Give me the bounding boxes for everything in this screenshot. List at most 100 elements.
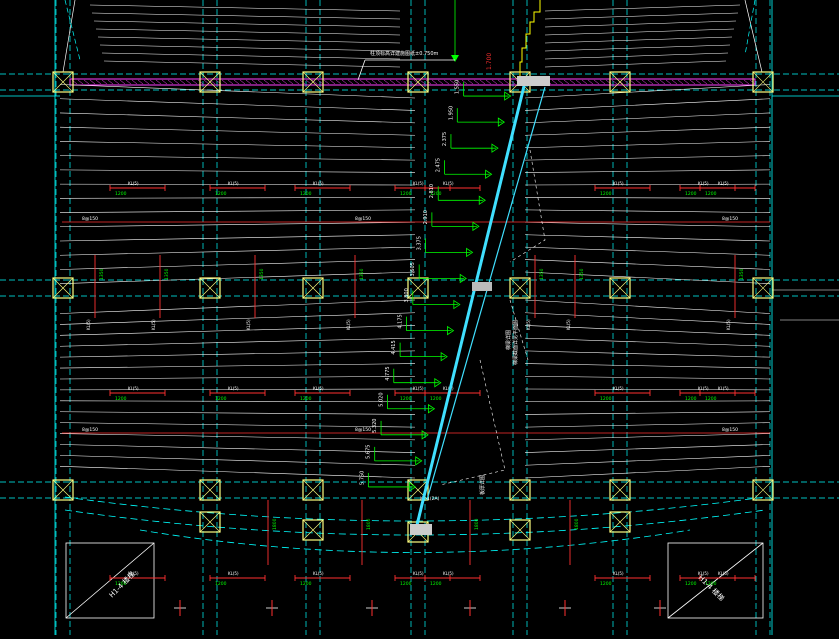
slab-rebar-label: 8@150: [355, 216, 371, 222]
slab-line-lower: [59, 325, 416, 336]
rebar-length: 1200: [215, 581, 227, 587]
top-beam-hatch: [251, 79, 258, 85]
rebar-length: 1200: [600, 396, 612, 402]
slab-line-upper: [59, 84, 416, 99]
slab-line-upper: [59, 209, 416, 213]
top-beam-hatch: [89, 79, 96, 85]
cad-drawing-canvas[interactable]: 8@150 8@150 8@150 8@150 8@150 8@150 1200 KL(5) 1…: [0, 0, 839, 635]
rebar-length: 1200: [705, 191, 717, 197]
slab-line-upper: [524, 246, 771, 256]
top-beam-hatch: [677, 79, 684, 85]
slab-line-upper: [524, 126, 771, 136]
stair-mid-plate: [472, 282, 492, 291]
top-beam-hatch: [257, 79, 264, 85]
top-beam-hatch: [665, 79, 672, 85]
rebar-beam-label: KL(5): [313, 386, 324, 391]
slab-line-lower: [524, 444, 771, 453]
top-beam-hatch: [671, 79, 678, 85]
slab-rebar-label: 8@150: [722, 427, 738, 433]
top-beam-hatch: [221, 79, 228, 85]
rebar-length: 1200: [300, 581, 312, 587]
slab-hatch-lines: [59, 4, 771, 479]
top-beam-hatch: [629, 79, 636, 85]
top-beam-hatch: [707, 79, 714, 85]
slab-line-top: [93, 20, 401, 28]
top-beam-hatch: [227, 79, 234, 85]
slab-line-top: [99, 44, 401, 52]
rebar-length-side: 1800: [474, 518, 480, 530]
top-beam-hatch: [725, 79, 732, 85]
top-beam-hatch: [641, 79, 648, 85]
slab-line-top: [544, 4, 741, 12]
slab-rebar-label: 8@150: [82, 427, 98, 433]
slab-line-lower: [59, 411, 416, 415]
top-beam-hatch: [293, 79, 300, 85]
rebar-beam-label: KL(5): [566, 319, 571, 330]
slab-line-lower: [524, 376, 771, 380]
slab-line-lower: [59, 400, 416, 402]
top-beam-hatch: [95, 79, 102, 85]
rebar-beam-label: KL(5): [128, 181, 139, 186]
slab-line-upper: [524, 169, 771, 173]
slab-line-lower: [59, 350, 416, 358]
slab-line-upper: [524, 183, 771, 186]
top-beam-hatch: [557, 79, 564, 85]
slab-line-upper: [59, 259, 416, 270]
top-beam-hatch: [149, 79, 156, 85]
corner-label-left: H1-4 楼梯: [107, 570, 137, 600]
top-beam-hatch: [719, 79, 726, 85]
rebar-beam-label: KL(5): [613, 571, 624, 576]
rebar-length-side: 1800: [574, 518, 580, 530]
top-beam-hatch: [491, 79, 498, 85]
top-beam-hatch: [635, 79, 642, 85]
rebar-beam-label: KL(5): [413, 386, 424, 391]
rebar-beam-label: KL(5): [726, 319, 731, 330]
top-outline-dash: [64, 0, 81, 61]
slab-line-top: [103, 60, 401, 68]
slab-line-lower: [524, 400, 771, 402]
top-beam-hatch: [233, 79, 240, 85]
top-beam-hatch: [569, 79, 576, 85]
rebar-beam-label: KL(5): [228, 571, 239, 576]
top-beam-hatch: [383, 79, 390, 85]
slab-line-top: [544, 44, 731, 52]
slab-line-top: [544, 12, 739, 20]
top-beam-hatch: [107, 79, 114, 85]
rebar-length-side: 1350: [359, 268, 365, 280]
top-beam-hatch: [563, 79, 570, 85]
top-beam-hatch: [113, 79, 120, 85]
rebar-length: 1200: [685, 396, 697, 402]
rebar-length-side: 1350: [99, 268, 105, 280]
top-beam-hatch: [353, 79, 360, 85]
slab-line-lower: [524, 433, 771, 441]
rebar-length: 1200: [115, 191, 127, 197]
rebar-length-side: 1350: [539, 268, 545, 280]
top-beam-hatch: [551, 79, 558, 85]
step-elevation: 1.950: [448, 106, 454, 120]
rebar-beam-label: KL(5): [228, 181, 239, 186]
top-beam-hatch: [263, 79, 270, 85]
rebar-length: 1200: [705, 396, 717, 402]
slab-line-top: [544, 20, 737, 28]
top-beam-hatch: [743, 79, 750, 85]
slab-line-lower: [59, 376, 416, 380]
rebar-beam-label: KL(5): [613, 181, 624, 186]
slab-line-top: [544, 36, 733, 44]
step-elevation: 2.810: [429, 184, 435, 198]
rebar-beam-label: KL(5): [526, 319, 531, 330]
top-beam-hatch: [161, 79, 168, 85]
top-beam-hatch: [323, 79, 330, 85]
rebar-length: 1200: [600, 191, 612, 197]
slab-line-upper: [59, 222, 416, 228]
top-beam-hatch: [245, 79, 252, 85]
top-beam-hatch: [275, 79, 282, 85]
beam-grid-lines: [0, 0, 839, 635]
rebar-beam-label: KL(5): [313, 181, 324, 186]
top-beam-hatch: [371, 79, 378, 85]
step-elevation: 5.320: [372, 418, 378, 432]
step-elevation: 2.375: [442, 132, 448, 146]
slab-line-upper: [59, 197, 416, 199]
rebar-length-side: 1350: [164, 268, 170, 280]
stair-stepped-outline: [519, 0, 541, 76]
slab-line-upper: [524, 155, 771, 161]
